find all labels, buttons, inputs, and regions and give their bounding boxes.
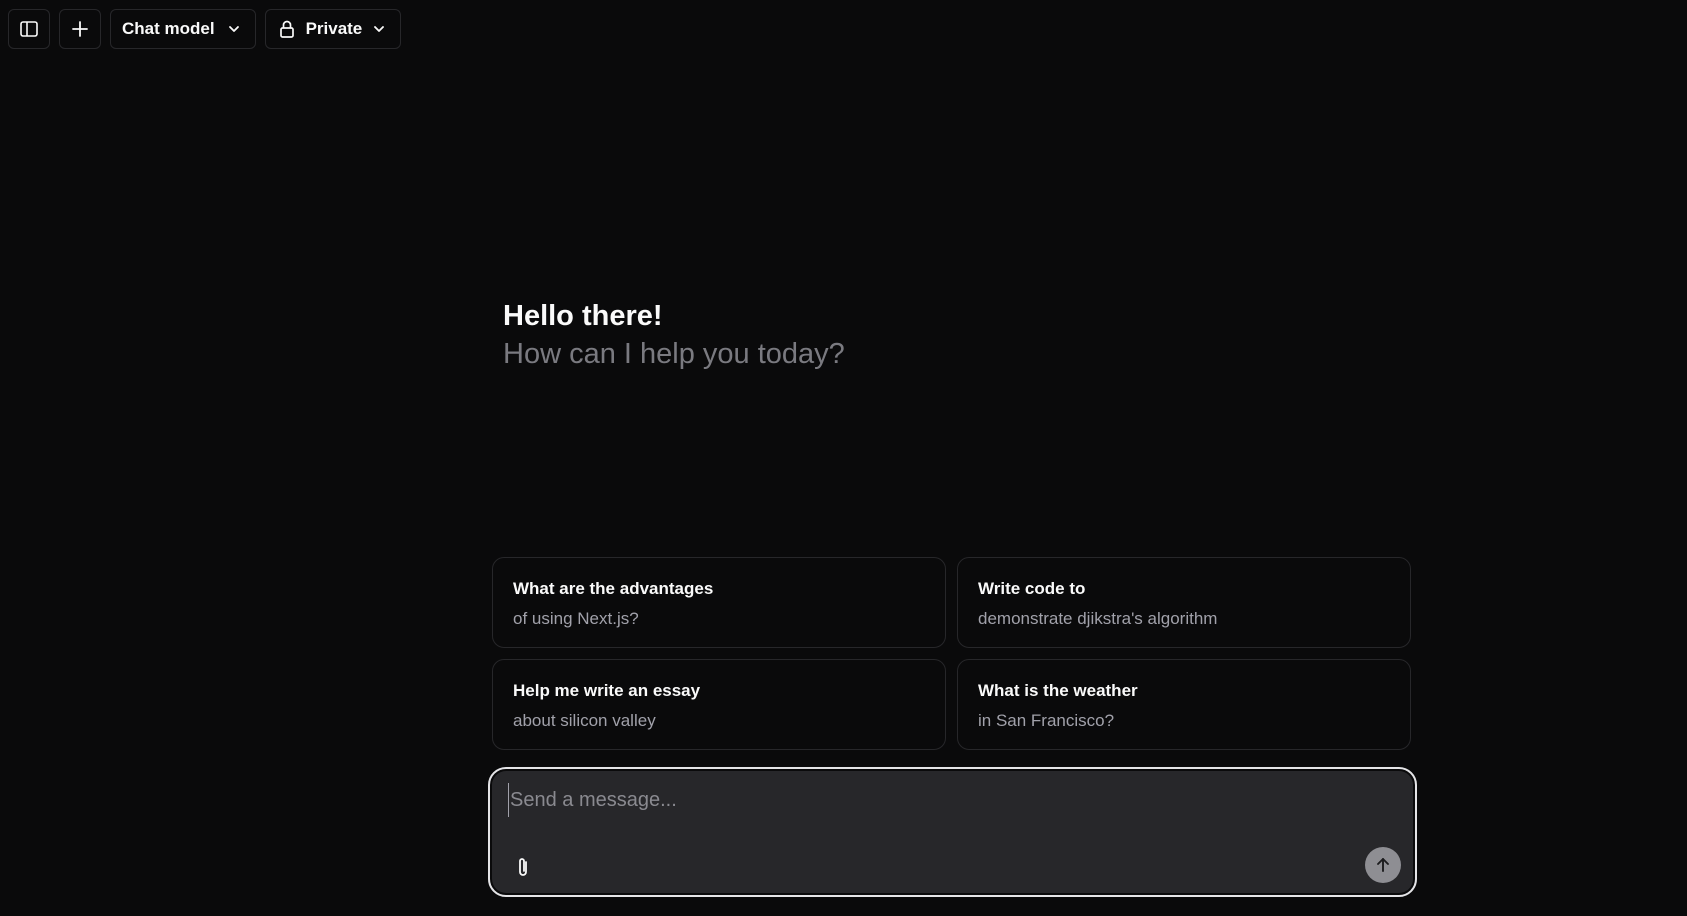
plus-icon — [72, 21, 88, 37]
top-bar: Chat model Private — [8, 8, 402, 50]
lock-icon — [279, 20, 294, 38]
arrow-up-icon — [1377, 858, 1389, 872]
model-selector-label: Chat model — [122, 19, 215, 38]
paperclip-icon — [519, 858, 527, 876]
sidebar-toggle-button[interactable] — [8, 9, 50, 49]
suggestion-subtitle: demonstrate djikstra's algorithm — [978, 609, 1218, 628]
visibility-selector-label: Private — [305, 19, 363, 38]
attach-button[interactable] — [510, 853, 536, 881]
suggestion-title: Help me write an essay — [513, 681, 701, 700]
suggestion-title: What is the weather — [978, 681, 1138, 700]
chevron-down-icon — [374, 26, 385, 32]
greeting: Hello there! How can I help you today? — [503, 298, 845, 374]
chat-page: Chat model Private Hello there! How can … — [0, 0, 1687, 916]
suggestion-title: What are the advantages — [513, 579, 714, 598]
suggestion-title: Write code to — [978, 579, 1086, 598]
suggestion-card[interactable]: What are the advantages of using Next.js… — [492, 557, 946, 648]
message-composer — [488, 767, 1417, 897]
suggestion-subtitle: of using Next.js? — [513, 609, 639, 628]
suggestion-card[interactable]: Help me write an essay about silicon val… — [492, 659, 946, 750]
new-chat-button[interactable] — [59, 9, 101, 49]
suggestion-card[interactable]: What is the weather in San Francisco? — [957, 659, 1411, 750]
message-input[interactable] — [508, 783, 1390, 817]
panel-left-icon — [20, 21, 38, 37]
greeting-subtitle: How can I help you today? — [503, 338, 845, 370]
send-button[interactable] — [1365, 847, 1401, 883]
model-selector-button[interactable]: Chat model — [110, 9, 256, 49]
suggestion-subtitle: in San Francisco? — [978, 711, 1115, 730]
visibility-selector-button[interactable]: Private — [264, 9, 402, 49]
suggestion-subtitle: about silicon valley — [513, 711, 656, 730]
greeting-title: Hello there! — [503, 300, 663, 332]
suggested-actions: What are the advantages of using Next.js… — [492, 557, 1412, 750]
chevron-down-icon — [228, 26, 239, 32]
suggestion-card[interactable]: Write code to demonstrate djikstra's alg… — [957, 557, 1411, 648]
